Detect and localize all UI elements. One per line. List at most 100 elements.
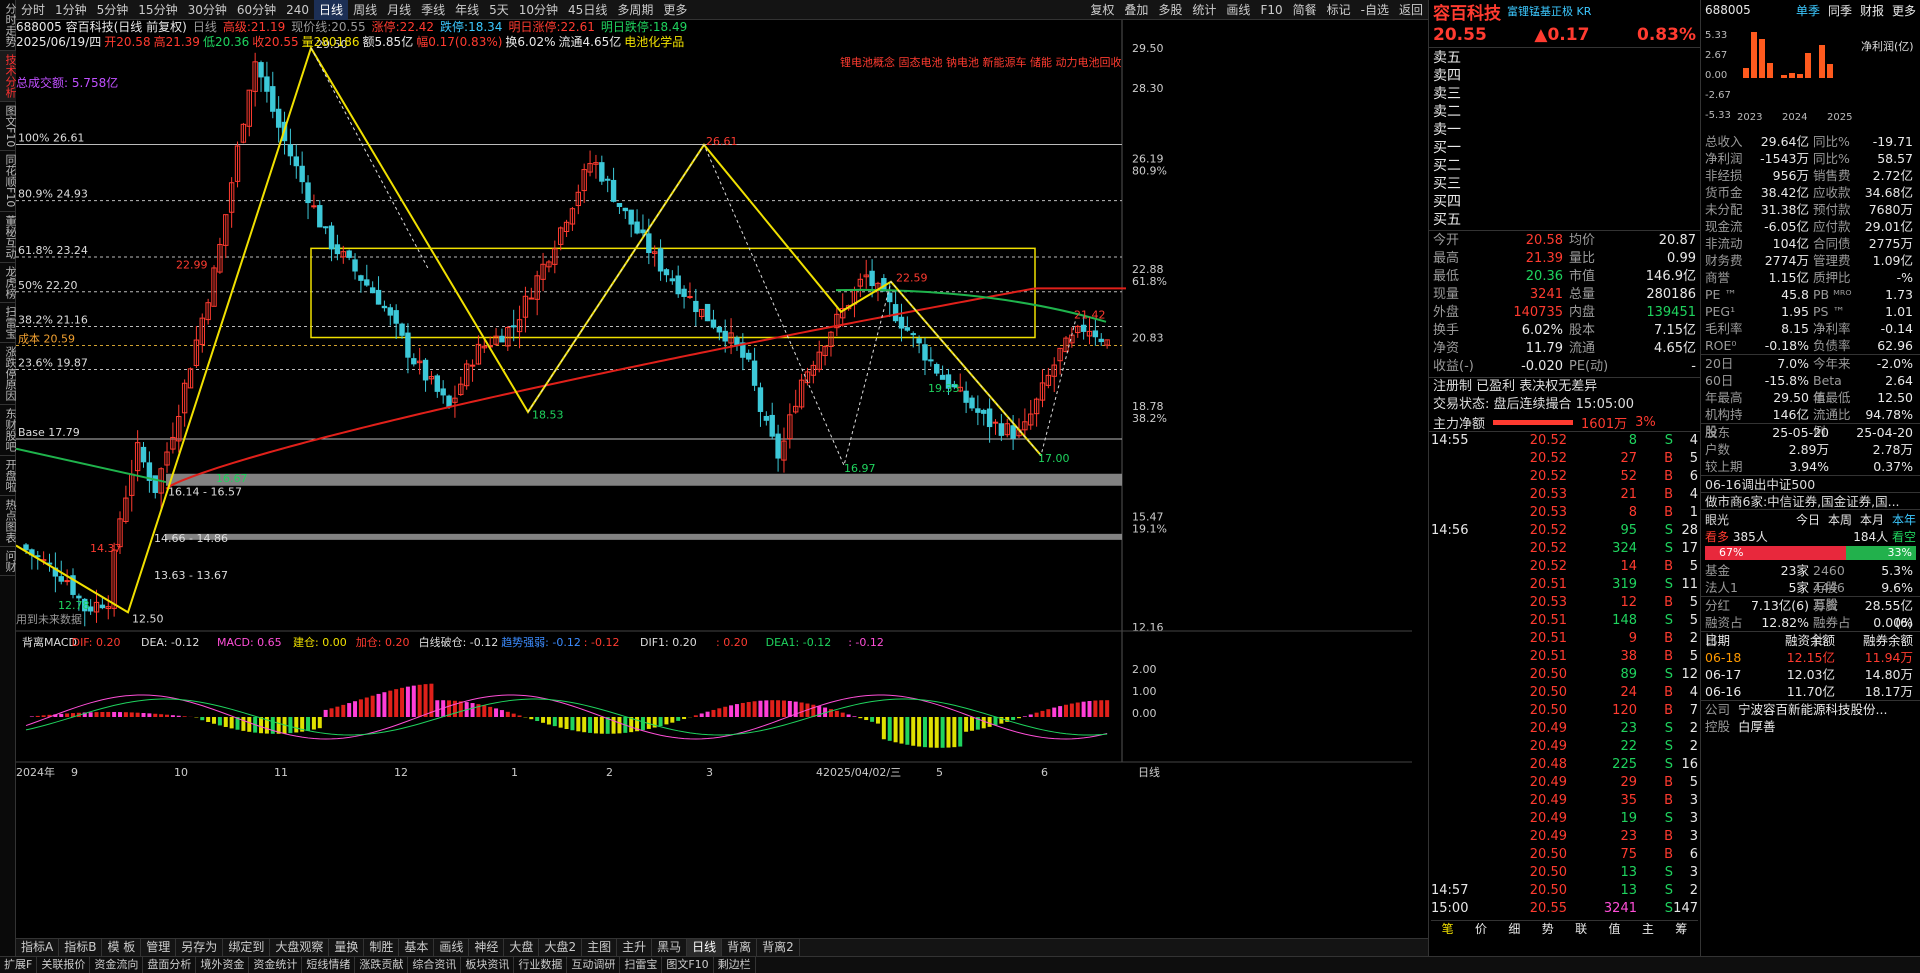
indicator-tab[interactable]: 背离: [722, 939, 758, 956]
extension-tab[interactable]: 关联报价: [37, 957, 91, 973]
tick-tab[interactable]: 联: [1565, 920, 1598, 937]
period-tab[interactable]: 60分钟: [232, 0, 281, 20]
tick-tab[interactable]: 笔: [1431, 920, 1464, 937]
left-nav-item[interactable]: 开盘啦: [0, 456, 17, 496]
left-nav-item[interactable]: 涨跌停原因: [0, 343, 17, 405]
indicator-tab[interactable]: 主图: [582, 939, 618, 956]
indicator-tab[interactable]: 基本: [399, 939, 435, 956]
extension-tab[interactable]: 资金统计: [249, 957, 303, 973]
candlestick-chart[interactable]: 29.5028.3026.1922.8820.8318.7815.4712.16…: [16, 20, 1412, 780]
left-nav-item[interactable]: 图文F10: [0, 102, 17, 152]
extension-tab[interactable]: 图文F10: [662, 957, 714, 973]
indicator-tab[interactable]: 日线: [687, 939, 723, 956]
period-tab[interactable]: 5天: [484, 0, 514, 20]
tick-list[interactable]: 14:55 20.52 8 S 4 20.52 27 B 5 20.52 52 B 6 20.53 21 B 4…: [1429, 432, 1700, 936]
sector[interactable]: 电池化学品: [624, 35, 684, 50]
tool-button[interactable]: F10: [1255, 0, 1287, 20]
extension-tab[interactable]: 行业数据: [514, 957, 568, 973]
news-2[interactable]: 做市商6家:中信证券,国金证券,国...: [1701, 493, 1920, 510]
extension-tab[interactable]: 短线情绪: [302, 957, 356, 973]
tool-button[interactable]: 统计: [1187, 0, 1221, 20]
tool-button[interactable]: 叠加: [1119, 0, 1153, 20]
concept-tags[interactable]: 锂电池概念 固态电池 钠电池 新能源车 储能 动力电池回收: [840, 54, 1121, 70]
extension-tab[interactable]: 剩边栏: [714, 957, 756, 973]
indicator-tab[interactable]: 管理: [141, 939, 177, 956]
left-nav-item[interactable]: 问财: [0, 547, 17, 576]
tool-button[interactable]: 多股: [1153, 0, 1187, 20]
indicator-tab[interactable]: 量换: [329, 939, 365, 956]
fund-tab[interactable]: 更多: [1892, 2, 1916, 19]
tool-button[interactable]: -自选: [1356, 0, 1394, 20]
fund-tab[interactable]: 财报: [1860, 2, 1884, 19]
period-tab[interactable]: 更多: [658, 0, 692, 20]
period-tab[interactable]: 1分钟: [50, 0, 92, 20]
indicator-tab[interactable]: 大盘: [504, 939, 540, 956]
candle-body: [275, 108, 282, 128]
indicator-tab[interactable]: 绑定到: [223, 939, 271, 956]
tick-tab[interactable]: 主: [1631, 920, 1664, 937]
left-nav-item[interactable]: 龙虎榜: [0, 263, 17, 303]
period-tab[interactable]: 日线: [314, 0, 349, 20]
extension-tab[interactable]: 板块资讯: [461, 957, 515, 973]
indicator-tab[interactable]: 主升: [617, 939, 653, 956]
tick-tab[interactable]: 筹: [1665, 920, 1698, 937]
extension-tab[interactable]: 资金流向: [90, 957, 144, 973]
period-tab[interactable]: 10分钟: [514, 0, 563, 20]
news-1[interactable]: 06-16调出中证500: [1701, 476, 1920, 493]
extension-tab[interactable]: 扩展F: [0, 957, 38, 973]
indicator-tab[interactable]: 神经: [469, 939, 505, 956]
eye-tab[interactable]: 本月: [1860, 511, 1884, 528]
tool-button[interactable]: 简餐: [1288, 0, 1322, 20]
period-tab[interactable]: 多周期: [612, 0, 658, 20]
tick-tab[interactable]: 价: [1464, 920, 1497, 937]
macd-bar: [452, 700, 457, 717]
left-nav-item[interactable]: 同花顺F10: [0, 151, 17, 212]
extension-tab[interactable]: 涨跌贡献: [355, 957, 409, 973]
tool-button[interactable]: 复权: [1085, 0, 1119, 20]
eye-tab[interactable]: 本年: [1892, 511, 1916, 528]
tool-button[interactable]: 标记: [1322, 0, 1356, 20]
eye-tab[interactable]: 今日: [1796, 511, 1820, 528]
period-tab[interactable]: 45日线: [563, 0, 612, 20]
left-nav-item[interactable]: 技术分析: [0, 51, 17, 102]
period-tab[interactable]: 15分钟: [133, 0, 182, 20]
left-nav-item[interactable]: 扫雷宝: [0, 303, 17, 343]
period-tab[interactable]: 5分钟: [92, 0, 134, 20]
indicator-tab[interactable]: 背离2: [757, 939, 800, 956]
extension-tab[interactable]: 境外资金: [196, 957, 250, 973]
tick-tab[interactable]: 势: [1531, 920, 1564, 937]
left-nav-item[interactable]: 分时走势: [0, 0, 17, 51]
indicator-tab[interactable]: 大盘观察: [270, 939, 330, 956]
left-nav-item[interactable]: 董秘互动: [0, 212, 17, 263]
fund-tab[interactable]: 同季: [1828, 2, 1852, 19]
indicator-tab[interactable]: 大盘2: [539, 939, 583, 956]
tool-button[interactable]: 返回: [1394, 0, 1428, 20]
period-tab[interactable]: 30分钟: [183, 0, 232, 20]
indicator-tab[interactable]: 画线: [434, 939, 470, 956]
indicator-tab[interactable]: 指标A: [16, 939, 60, 956]
period-tab[interactable]: 年线: [450, 0, 484, 20]
extension-tab[interactable]: 综合资讯: [408, 957, 462, 973]
extension-tab[interactable]: 互动调研: [567, 957, 621, 973]
period-tab[interactable]: 分时: [16, 0, 50, 20]
tick-tab[interactable]: 值: [1598, 920, 1631, 937]
tool-button[interactable]: 画线: [1221, 0, 1255, 20]
period-tab[interactable]: 季线: [416, 0, 450, 20]
period-tab[interactable]: 月线: [382, 0, 416, 20]
fund-tab[interactable]: 单季: [1796, 2, 1820, 19]
indicator-tab[interactable]: 指标B: [59, 939, 103, 956]
indicator-tab[interactable]: 制胜: [364, 939, 400, 956]
extension-tab[interactable]: 扫雷宝: [620, 957, 663, 973]
extension-tab[interactable]: 盘面分析: [143, 957, 197, 973]
indicator-tab[interactable]: 模 板: [102, 939, 142, 956]
tick-tab[interactable]: 细: [1498, 920, 1531, 937]
left-nav-item[interactable]: 热点图表: [0, 496, 17, 547]
indicator-tab[interactable]: 另存为: [176, 939, 224, 956]
indicator-tab[interactable]: 黑马: [652, 939, 688, 956]
period-tab[interactable]: 周线: [348, 0, 382, 20]
eye-tab[interactable]: 本周: [1828, 511, 1852, 528]
period-tab[interactable]: 240: [281, 0, 314, 20]
chart-tools: 复权 叠加 多股 统计 画线 F10 简餐 标记 -自选 返回: [1085, 0, 1428, 20]
amount: 额5.85亿: [362, 35, 414, 49]
left-nav-item[interactable]: 东财股吧: [0, 405, 17, 456]
